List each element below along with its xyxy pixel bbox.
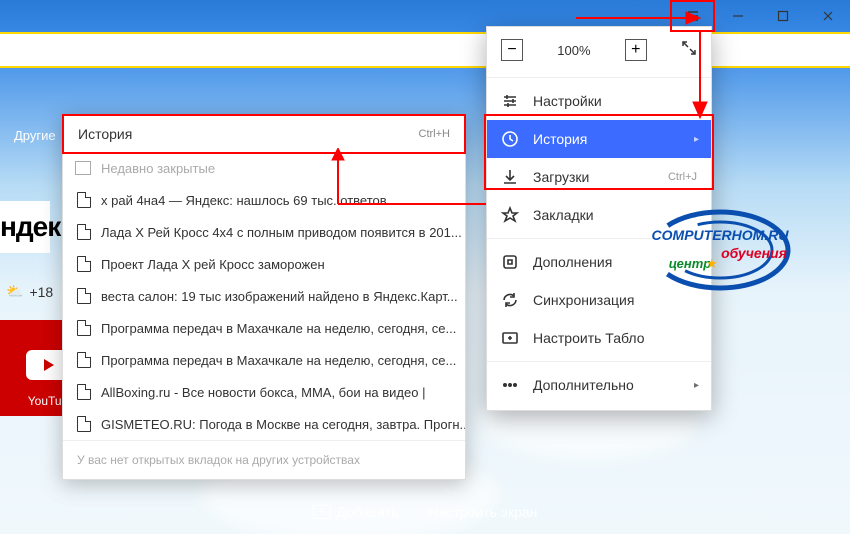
tableau-icon bbox=[501, 329, 519, 347]
history-footer: У вас нет открытых вкладок на других уст… bbox=[63, 440, 465, 479]
page-icon bbox=[77, 320, 91, 336]
recently-closed-item: Недавно закрытые bbox=[63, 153, 465, 184]
menu-downloads[interactable]: Загрузки Ctrl+J bbox=[487, 158, 711, 196]
submenu-arrow-icon: ▸ bbox=[694, 134, 699, 145]
bottom-toolbar: + Добавить Настроить экран bbox=[0, 504, 850, 520]
weather-icon: ⛅ bbox=[6, 283, 23, 300]
history-entry[interactable]: Лада Х Рей Кросс 4х4 с полным приводом п… bbox=[63, 216, 465, 248]
submenu-arrow-icon: ▸ bbox=[694, 380, 699, 391]
zoom-out-button[interactable]: − bbox=[501, 39, 523, 61]
page-icon bbox=[77, 416, 91, 432]
close-button[interactable] bbox=[805, 0, 850, 32]
hamburger-menu-button[interactable] bbox=[670, 0, 715, 32]
page-icon bbox=[77, 256, 91, 272]
zoom-in-button[interactable]: + bbox=[625, 39, 647, 61]
history-entry[interactable]: GISMETEO.RU: Погода в Москве на сегодня,… bbox=[63, 408, 465, 440]
zoom-value: 100% bbox=[557, 43, 590, 58]
zoom-controls: − 100% + bbox=[487, 27, 711, 73]
tabs-icon bbox=[77, 163, 91, 175]
yandex-logo: ндек bbox=[0, 201, 50, 253]
history-entry[interactable]: х рай 4на4 — Яндекс: нашлось 69 тыс. отв… bbox=[63, 184, 465, 216]
page-icon bbox=[77, 288, 91, 304]
svg-text:★: ★ bbox=[706, 256, 718, 271]
bookmarks-icon bbox=[501, 206, 519, 224]
weather-temp: +18 bbox=[29, 284, 53, 300]
watermark-logo: COMPUTERHOM.RU центр ★ обучения bbox=[630, 200, 810, 300]
history-entry[interactable]: Проект Лада Х рей Кросс заморожен bbox=[63, 248, 465, 280]
page-icon bbox=[77, 352, 91, 368]
sync-icon bbox=[501, 291, 519, 309]
history-shortcut: Ctrl+H bbox=[419, 128, 450, 140]
addons-icon bbox=[501, 253, 519, 271]
svg-text:COMPUTERHOM.RU: COMPUTERHOM.RU bbox=[652, 227, 790, 243]
svg-text:обучения: обучения bbox=[721, 245, 787, 261]
svg-text:центр: центр bbox=[669, 256, 712, 271]
history-entry[interactable]: Программа передач в Махачкале на неделю,… bbox=[63, 344, 465, 376]
configure-screen-button[interactable]: Настроить экран bbox=[429, 504, 538, 520]
menu-history[interactable]: История ▸ bbox=[487, 120, 711, 158]
settings-icon bbox=[501, 92, 519, 110]
plus-box-icon: + bbox=[313, 505, 331, 519]
page-icon bbox=[77, 224, 91, 240]
menu-more[interactable]: Дополнительно ▸ bbox=[487, 366, 711, 404]
page-icon bbox=[77, 192, 91, 208]
maximize-button[interactable] bbox=[760, 0, 805, 32]
address-bar-area bbox=[0, 32, 850, 68]
history-entry[interactable]: веста салон: 19 тыс изображений найдено … bbox=[63, 280, 465, 312]
downloads-shortcut: Ctrl+J bbox=[668, 171, 697, 183]
history-submenu: История Ctrl+H Недавно закрытые х рай 4н… bbox=[62, 114, 466, 480]
minimize-button[interactable] bbox=[715, 0, 760, 32]
history-entry[interactable]: Программа передач в Махачкале на неделю,… bbox=[63, 312, 465, 344]
downloads-icon bbox=[501, 168, 519, 186]
page-icon bbox=[77, 384, 91, 400]
add-tile-button[interactable]: + Добавить bbox=[313, 504, 399, 520]
menu-tableau[interactable]: Настроить Табло bbox=[487, 319, 711, 357]
more-icon bbox=[501, 376, 519, 394]
history-title: История bbox=[78, 126, 132, 142]
fullscreen-icon[interactable] bbox=[681, 40, 697, 61]
history-entry[interactable]: AllBoxing.ru - Все новости бокса, MMA, б… bbox=[63, 376, 465, 408]
history-icon bbox=[501, 130, 519, 148]
window-controls bbox=[670, 0, 850, 32]
history-header[interactable]: История Ctrl+H bbox=[62, 114, 466, 154]
menu-settings[interactable]: Настройки bbox=[487, 82, 711, 120]
